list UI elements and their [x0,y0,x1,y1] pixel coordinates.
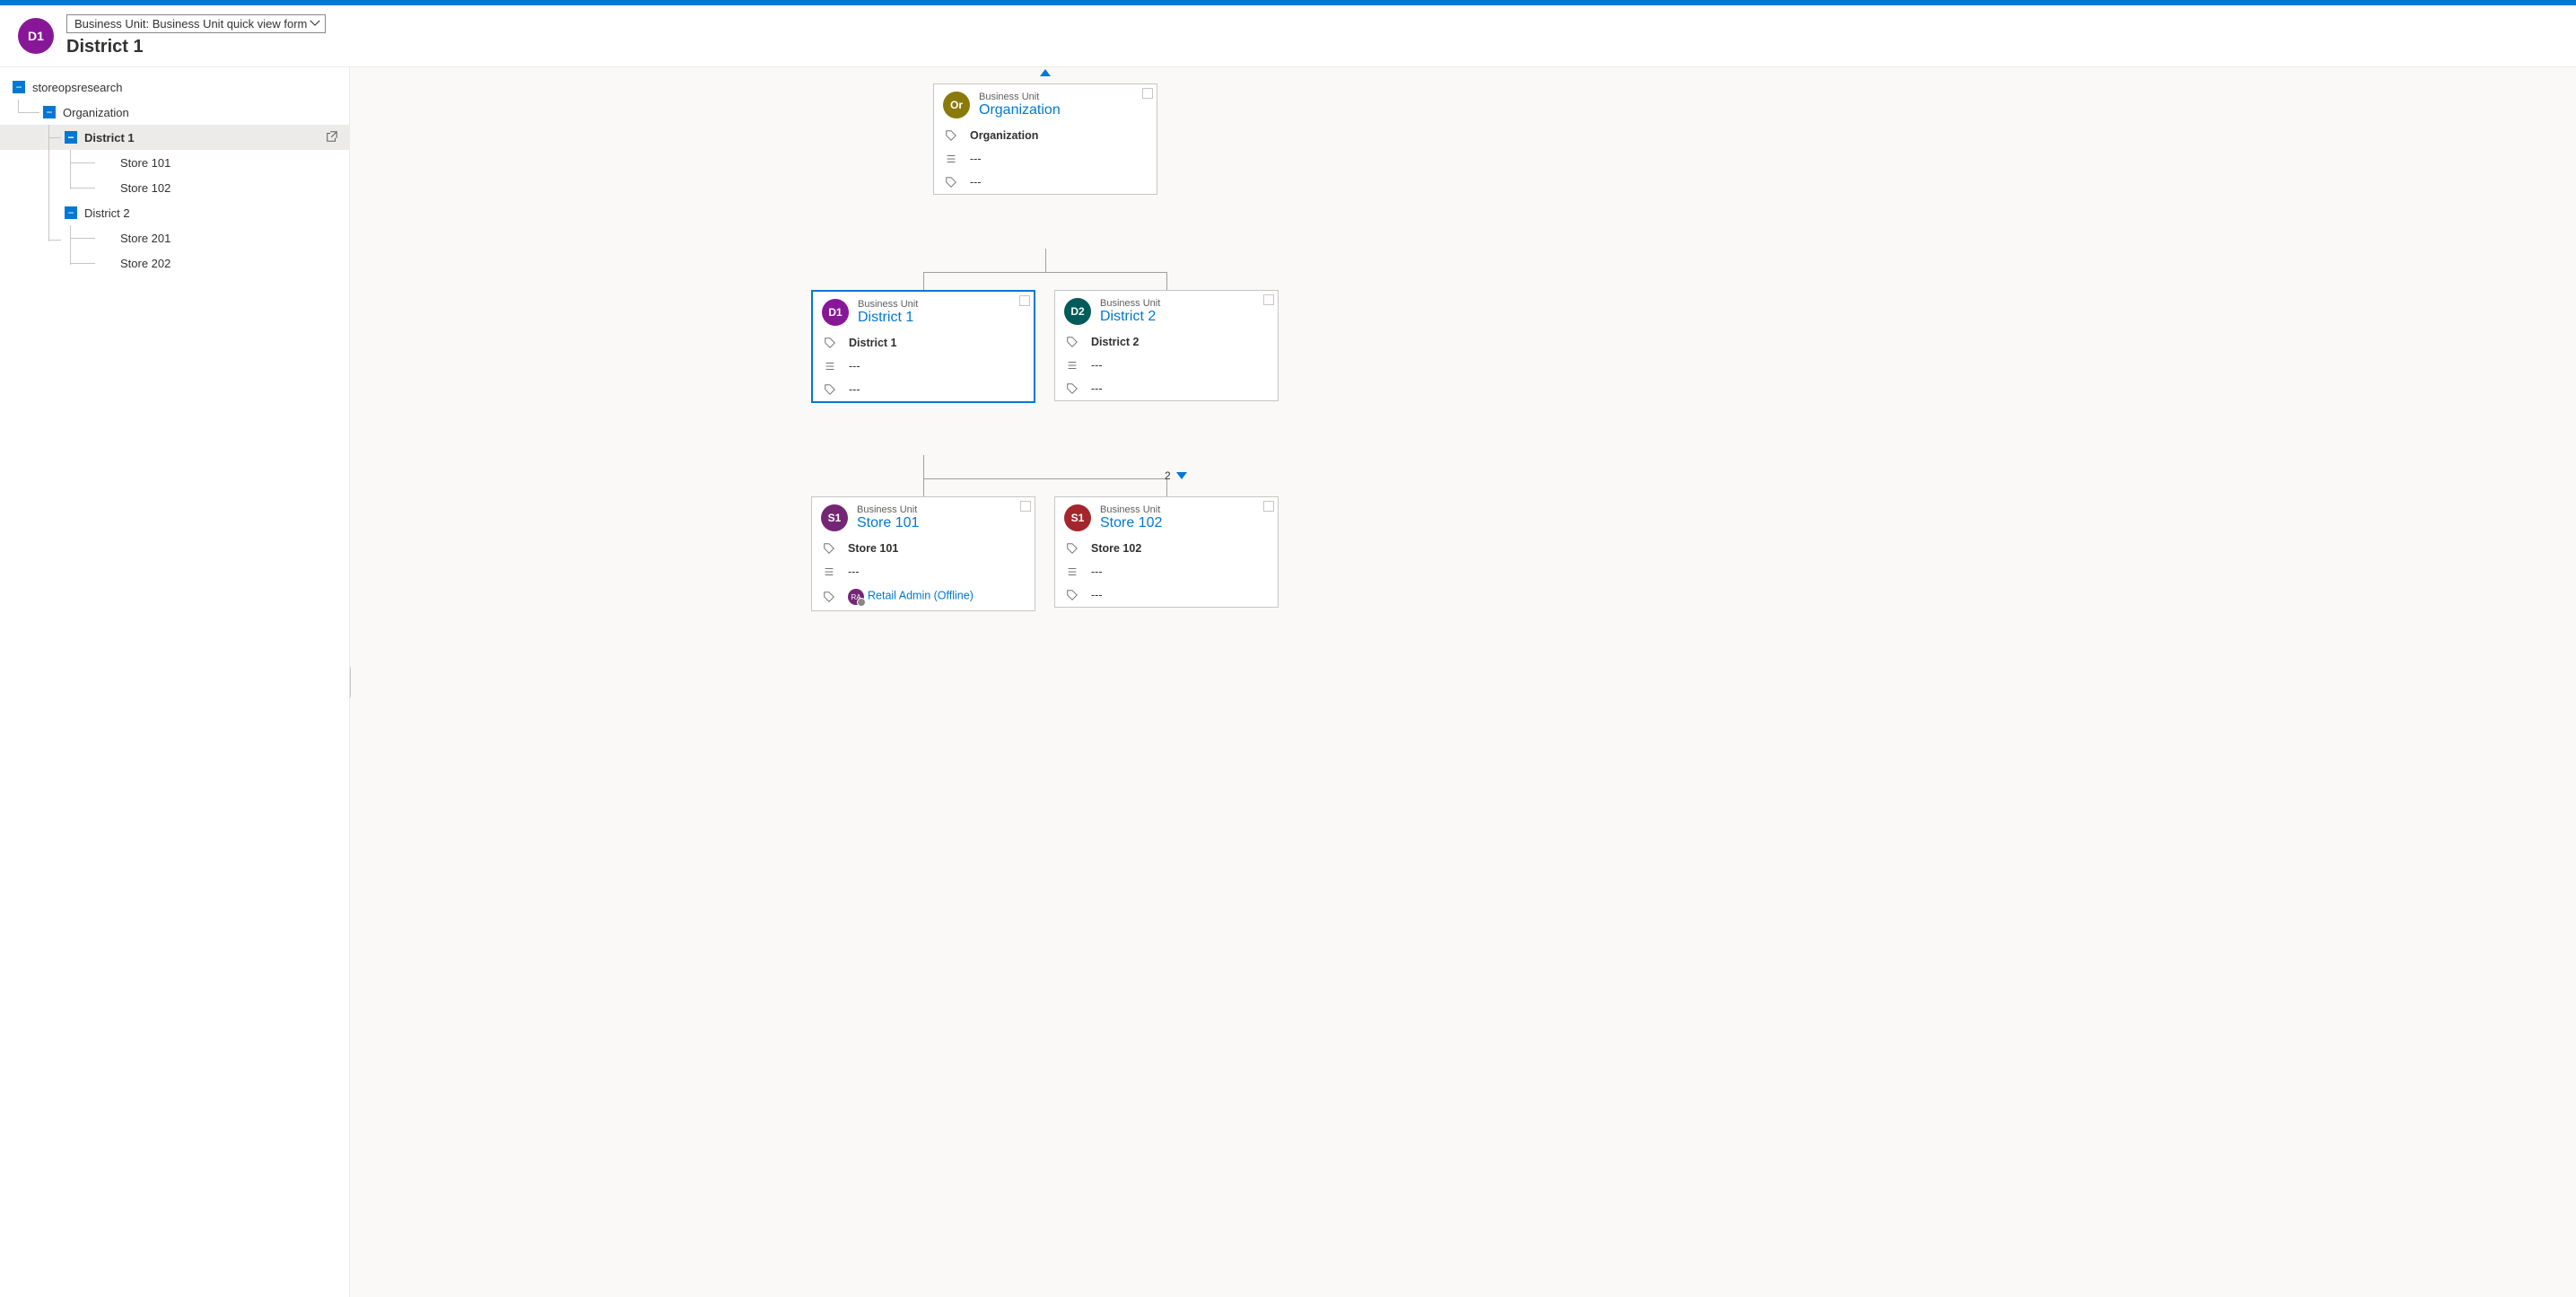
hierarchy-card-store-102[interactable]: S1 Business Unit Store 102 Store 102 ---… [1054,496,1279,608]
tree-node-store-102[interactable]: · Store 102 [0,175,349,200]
entity-name-link[interactable]: District 1 [858,310,918,326]
persona-avatar-icon: RA [848,589,864,605]
tag-icon [1066,382,1078,395]
hierarchy-card-district-1[interactable]: D1 Business Unit District 1 District 1 -… [811,290,1035,403]
card-avatar: S1 [821,504,848,531]
tag-icon [1066,542,1078,555]
tag-icon [945,129,957,142]
entity-name-link[interactable]: Organization [979,102,1061,118]
hierarchy-canvas: Or Business Unit Organization Organizati… [350,67,1786,785]
form-selector-label: Business Unit: Business Unit quick view … [74,17,307,31]
connector [923,478,924,496]
entity-type-label: Business Unit [1100,298,1160,309]
record-header: D1 Business Unit: Business Unit quick vi… [0,5,2576,66]
card-checkbox[interactable] [1263,501,1274,512]
tree-node-store-201[interactable]: · Store 201 [0,225,349,250]
hierarchy-card-organization[interactable]: Or Business Unit Organization Organizati… [933,83,1157,195]
card-checkbox[interactable] [1020,501,1031,512]
card-avatar: D1 [822,299,849,326]
collapse-icon[interactable]: − [13,81,25,93]
scroll-up-icon[interactable] [1040,69,1051,76]
card-field-empty: --- [1091,359,1103,372]
tree-label: Organization [63,106,338,119]
card-field-name: Store 102 [1091,542,1141,555]
card-field-empty: --- [848,565,860,578]
entity-type-label: Business Unit [1100,504,1162,515]
card-field-name: Store 101 [848,542,898,555]
list-icon [945,153,957,165]
connector [1045,249,1046,272]
hierarchy-card-district-2[interactable]: D2 Business Unit District 2 District 2 -… [1054,290,1279,401]
entity-name-link[interactable]: Store 101 [857,515,919,531]
tree-node-store-101[interactable]: · Store 101 [0,150,349,175]
tree-label: storeopsresearch [32,81,338,94]
tree-label: District 1 [84,131,326,145]
list-icon [1066,359,1078,372]
tag-icon [1066,336,1078,348]
tag-icon [823,542,835,555]
card-checkbox[interactable] [1142,88,1153,99]
tree-label: District 2 [84,206,338,220]
card-field-empty: --- [849,360,860,372]
list-icon [1066,565,1078,578]
open-record-icon[interactable] [326,130,338,145]
card-field-name: District 2 [1091,336,1140,348]
record-avatar: D1 [18,18,54,54]
card-avatar: D2 [1064,298,1091,325]
collapse-icon[interactable]: − [65,206,77,219]
chevron-down-icon [1176,472,1187,479]
tree-label: Store 201 [120,232,338,245]
tree-node-organization[interactable]: − Organization [0,100,349,125]
card-field-empty: --- [970,176,982,188]
tree-node-root[interactable]: − storeopsresearch [0,74,349,100]
tag-icon [823,591,835,603]
card-field-empty: --- [1091,565,1103,578]
collapse-icon[interactable]: − [65,131,77,144]
entity-type-label: Business Unit [979,92,1061,102]
tree-panel: − storeopsresearch − Organization − Dist… [0,67,350,1297]
card-checkbox[interactable] [1263,294,1274,305]
child-count-value: 2 [1165,469,1171,482]
entity-type-label: Business Unit [857,504,919,515]
tree-node-district-2[interactable]: − District 2 [0,200,349,225]
connector [1166,272,1167,290]
list-icon [824,360,836,372]
connector [923,478,1167,479]
form-selector[interactable]: Business Unit: Business Unit quick view … [66,14,326,33]
entity-type-label: Business Unit [858,299,918,310]
card-avatar: S1 [1064,504,1091,531]
tree-label: Store 102 [120,181,338,195]
tree-label: Store 101 [120,156,338,170]
tag-icon [824,383,836,396]
card-field-empty: --- [849,383,860,396]
card-field-name: Organization [970,129,1038,142]
card-field-empty: --- [970,153,982,165]
chevron-down-icon [309,16,321,31]
tag-icon [824,337,836,349]
card-checkbox[interactable] [1019,295,1030,306]
list-icon [823,565,835,578]
card-field-empty: --- [1091,589,1103,601]
workspace: − storeopsresearch − Organization − Dist… [0,66,2576,1297]
record-title: District 1 [66,37,326,57]
entity-name-link[interactable]: District 2 [1100,309,1160,325]
card-field-empty: --- [1091,382,1103,395]
hierarchy-card-store-101[interactable]: S1 Business Unit Store 101 Store 101 ---… [811,496,1035,611]
connector [923,455,924,478]
child-count-toggle[interactable]: 2 [1165,469,1187,482]
tree-label: Store 202 [120,257,338,270]
card-field-admin[interactable]: RARetail Admin (Offline) [848,589,974,605]
collapse-icon[interactable]: − [43,106,56,118]
hierarchy-canvas-wrapper[interactable]: Or Business Unit Organization Organizati… [350,67,2576,1297]
tag-icon [945,176,957,188]
entity-name-link[interactable]: Store 102 [1100,515,1162,531]
card-field-name: District 1 [849,337,897,349]
tag-icon [1066,589,1078,601]
tree-node-store-202[interactable]: · Store 202 [0,250,349,276]
card-avatar: Or [943,92,970,118]
connector [923,272,1167,273]
connector [923,272,924,290]
